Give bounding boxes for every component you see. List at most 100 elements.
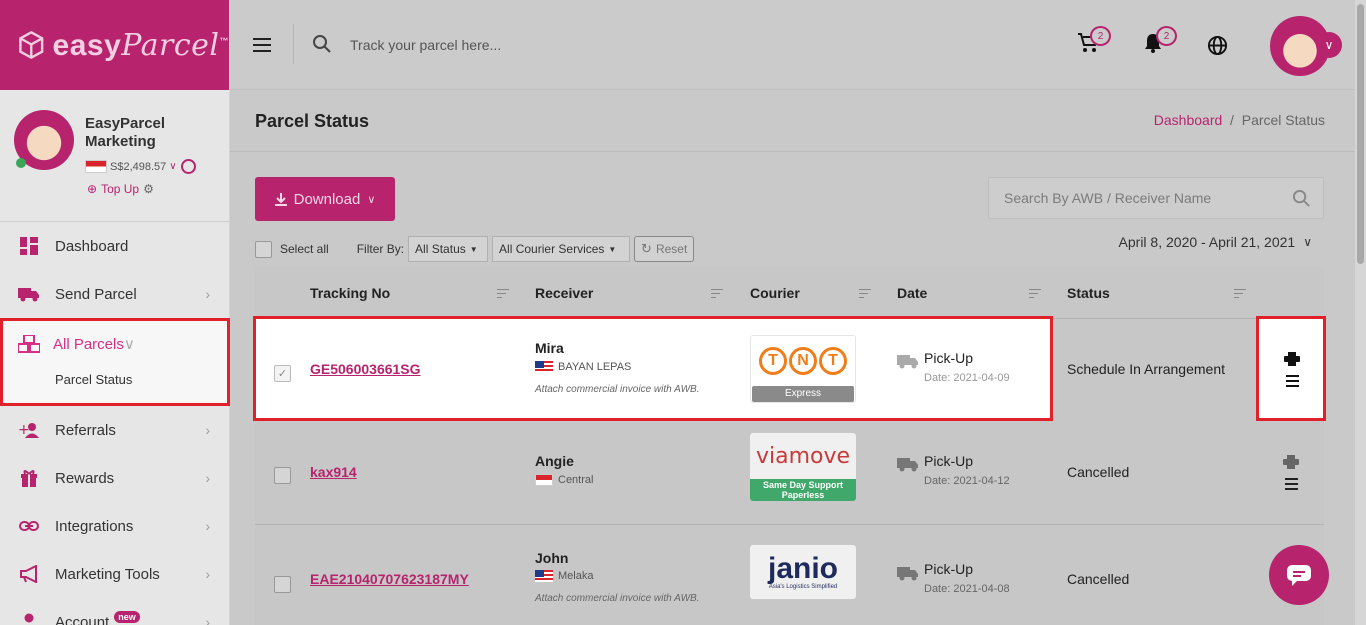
truck-icon xyxy=(897,458,918,472)
logo[interactable]: easyParcel™ xyxy=(0,0,229,90)
divider xyxy=(293,24,294,64)
courier-name: viamove xyxy=(755,443,851,469)
courier-logo-janio: janio Asia's Logistics Simplified xyxy=(750,545,856,599)
hamburger-menu-icon[interactable] xyxy=(253,38,271,56)
gift-icon xyxy=(18,468,40,488)
select-all-checkbox[interactable] xyxy=(255,240,272,258)
courier-filter-select[interactable]: All Courier Services ▼ xyxy=(492,236,631,262)
divider xyxy=(230,151,1355,152)
receiver-location: BAYAN LEPAS xyxy=(535,361,631,373)
print-icon[interactable] xyxy=(1284,352,1300,366)
table-row[interactable]: kax914 Angie Central viamove Same Day Su… xyxy=(255,417,1324,525)
chevron-right-icon: › xyxy=(205,470,210,486)
download-button[interactable]: Download ∨ xyxy=(255,177,395,221)
date-type: Pick-Up xyxy=(924,350,974,366)
refresh-icon: ↻ xyxy=(641,241,652,256)
status-text: Cancelled xyxy=(1067,464,1130,480)
chat-button[interactable] xyxy=(1269,545,1329,605)
row-checkbox-checked[interactable]: ✓ xyxy=(274,365,291,382)
sidebar-item-all-parcels[interactable]: All Parcels ∨ Parcel Status xyxy=(0,318,230,406)
chevron-right-icon: › xyxy=(205,422,210,438)
notifications-button[interactable]: 2 xyxy=(1143,26,1177,56)
chevron-right-icon: › xyxy=(205,286,210,302)
breadcrumb-dashboard-link[interactable]: Dashboard xyxy=(1154,112,1223,128)
tracking-link[interactable]: kax914 xyxy=(310,464,357,480)
awb-search-input[interactable] xyxy=(989,178,1269,218)
col-status[interactable]: Status xyxy=(1067,285,1110,301)
sidebar-item-integrations[interactable]: Integrations › xyxy=(0,502,230,550)
track-parcel-input[interactable] xyxy=(350,33,650,57)
date-range-picker[interactable]: April 8, 2020 - April 21, 2021 ∨ xyxy=(1119,234,1312,250)
chevron-down-icon[interactable]: ∨ xyxy=(169,161,176,172)
receiver-location: Melaka xyxy=(535,570,593,582)
gear-icon[interactable]: ⚙ xyxy=(143,182,154,196)
tracking-link[interactable]: EAE21040707623187MY xyxy=(310,571,469,587)
awb-search xyxy=(988,177,1324,219)
date-value: Date: 2021-04-09 xyxy=(924,372,1010,384)
sidebar-menu: Dashboard Send Parcel › All Parcels ∨ Pa… xyxy=(0,222,230,625)
logo-text: easyParcel™ xyxy=(52,27,229,63)
top-up-link[interactable]: ⊕ Top Up ⚙ xyxy=(87,182,154,196)
courier-service: Same Day Support Paperless xyxy=(750,479,856,501)
search-icon[interactable] xyxy=(1292,189,1311,208)
truck-icon xyxy=(897,567,918,581)
sort-icon[interactable] xyxy=(1029,289,1041,301)
sort-icon[interactable] xyxy=(711,289,723,301)
courier-service: Asia's Logistics Simplified xyxy=(768,584,838,590)
sidebar-item-all-parcels-header[interactable]: All Parcels ∨ xyxy=(3,321,227,367)
online-status-dot xyxy=(16,158,26,168)
row-checkbox[interactable] xyxy=(274,467,291,484)
reset-button[interactable]: ↻ Reset xyxy=(634,236,695,262)
status-text: Cancelled xyxy=(1067,571,1130,587)
chevron-right-icon: › xyxy=(205,566,210,582)
sidebar-item-dashboard[interactable]: Dashboard xyxy=(0,222,230,270)
user-icon xyxy=(18,612,40,625)
filter-by-label: Filter By: xyxy=(356,242,405,256)
date-type: Pick-Up xyxy=(924,561,974,577)
sidebar-item-referrals[interactable]: + Referrals › xyxy=(0,406,230,454)
sidebar-item-send-parcel[interactable]: Send Parcel › xyxy=(0,270,230,318)
sidebar-subitem-parcel-status[interactable]: Parcel Status xyxy=(3,367,227,403)
receiver-note: Attach commercial invoice with AWB. xyxy=(535,593,700,604)
truck-icon xyxy=(18,284,40,304)
row-actions-highlighted xyxy=(1256,316,1326,421)
tracking-link[interactable]: GE506003661SG xyxy=(310,361,421,377)
status-text: Schedule In Arrangement xyxy=(1067,361,1225,377)
table-row[interactable]: EAE21040707623187MY John Melaka Attach c… xyxy=(255,525,1324,625)
flag-my-icon xyxy=(535,361,553,373)
date-type: Pick-Up xyxy=(924,453,974,469)
cart-button[interactable]: 2 xyxy=(1077,26,1111,56)
caret-down-icon: ▼ xyxy=(608,244,617,254)
user-menu-chevron-icon[interactable]: ∨ xyxy=(1316,32,1342,58)
scrollbar-thumb[interactable] xyxy=(1357,4,1364,264)
sort-icon[interactable] xyxy=(1234,289,1246,301)
page-scrollbar[interactable] xyxy=(1355,0,1366,625)
sidebar-item-rewards[interactable]: Rewards › xyxy=(0,454,230,502)
globe-icon[interactable] xyxy=(1207,35,1228,56)
status-filter-select[interactable]: All Status ▼ xyxy=(408,236,489,262)
clock-icon[interactable] xyxy=(180,159,196,174)
table-header: Tracking No Receiver Courier Date Status xyxy=(255,267,1324,319)
flag-sg-icon xyxy=(535,474,553,486)
row-menu-icon[interactable] xyxy=(1286,375,1299,387)
sidebar-item-account[interactable]: Account new › xyxy=(0,598,230,625)
row-checkbox[interactable] xyxy=(274,576,291,593)
col-date[interactable]: Date xyxy=(897,285,927,301)
chevron-down-icon: ∨ xyxy=(367,193,376,206)
table-row-highlighted[interactable]: ✓ GE506003661SG Mira BAYAN LEPAS Attach … xyxy=(253,316,1053,421)
plus-circle-icon: ⊕ xyxy=(87,182,98,196)
boxes-icon xyxy=(18,335,40,353)
select-all-label: Select all xyxy=(280,242,329,256)
receiver-name: John xyxy=(535,550,569,566)
col-tracking-no[interactable]: Tracking No xyxy=(310,285,390,301)
chevron-down-icon: ∨ xyxy=(1303,235,1312,249)
receiver-name: Mira xyxy=(535,340,564,356)
sort-icon[interactable] xyxy=(859,289,871,301)
col-courier[interactable]: Courier xyxy=(750,285,800,301)
col-receiver[interactable]: Receiver xyxy=(535,285,593,301)
row-menu-icon[interactable] xyxy=(1285,478,1298,493)
print-icon[interactable] xyxy=(1283,455,1299,469)
sort-icon[interactable] xyxy=(497,289,509,301)
sidebar-item-marketing-tools[interactable]: Marketing Tools › xyxy=(0,550,230,598)
chevron-right-icon: › xyxy=(205,614,210,625)
